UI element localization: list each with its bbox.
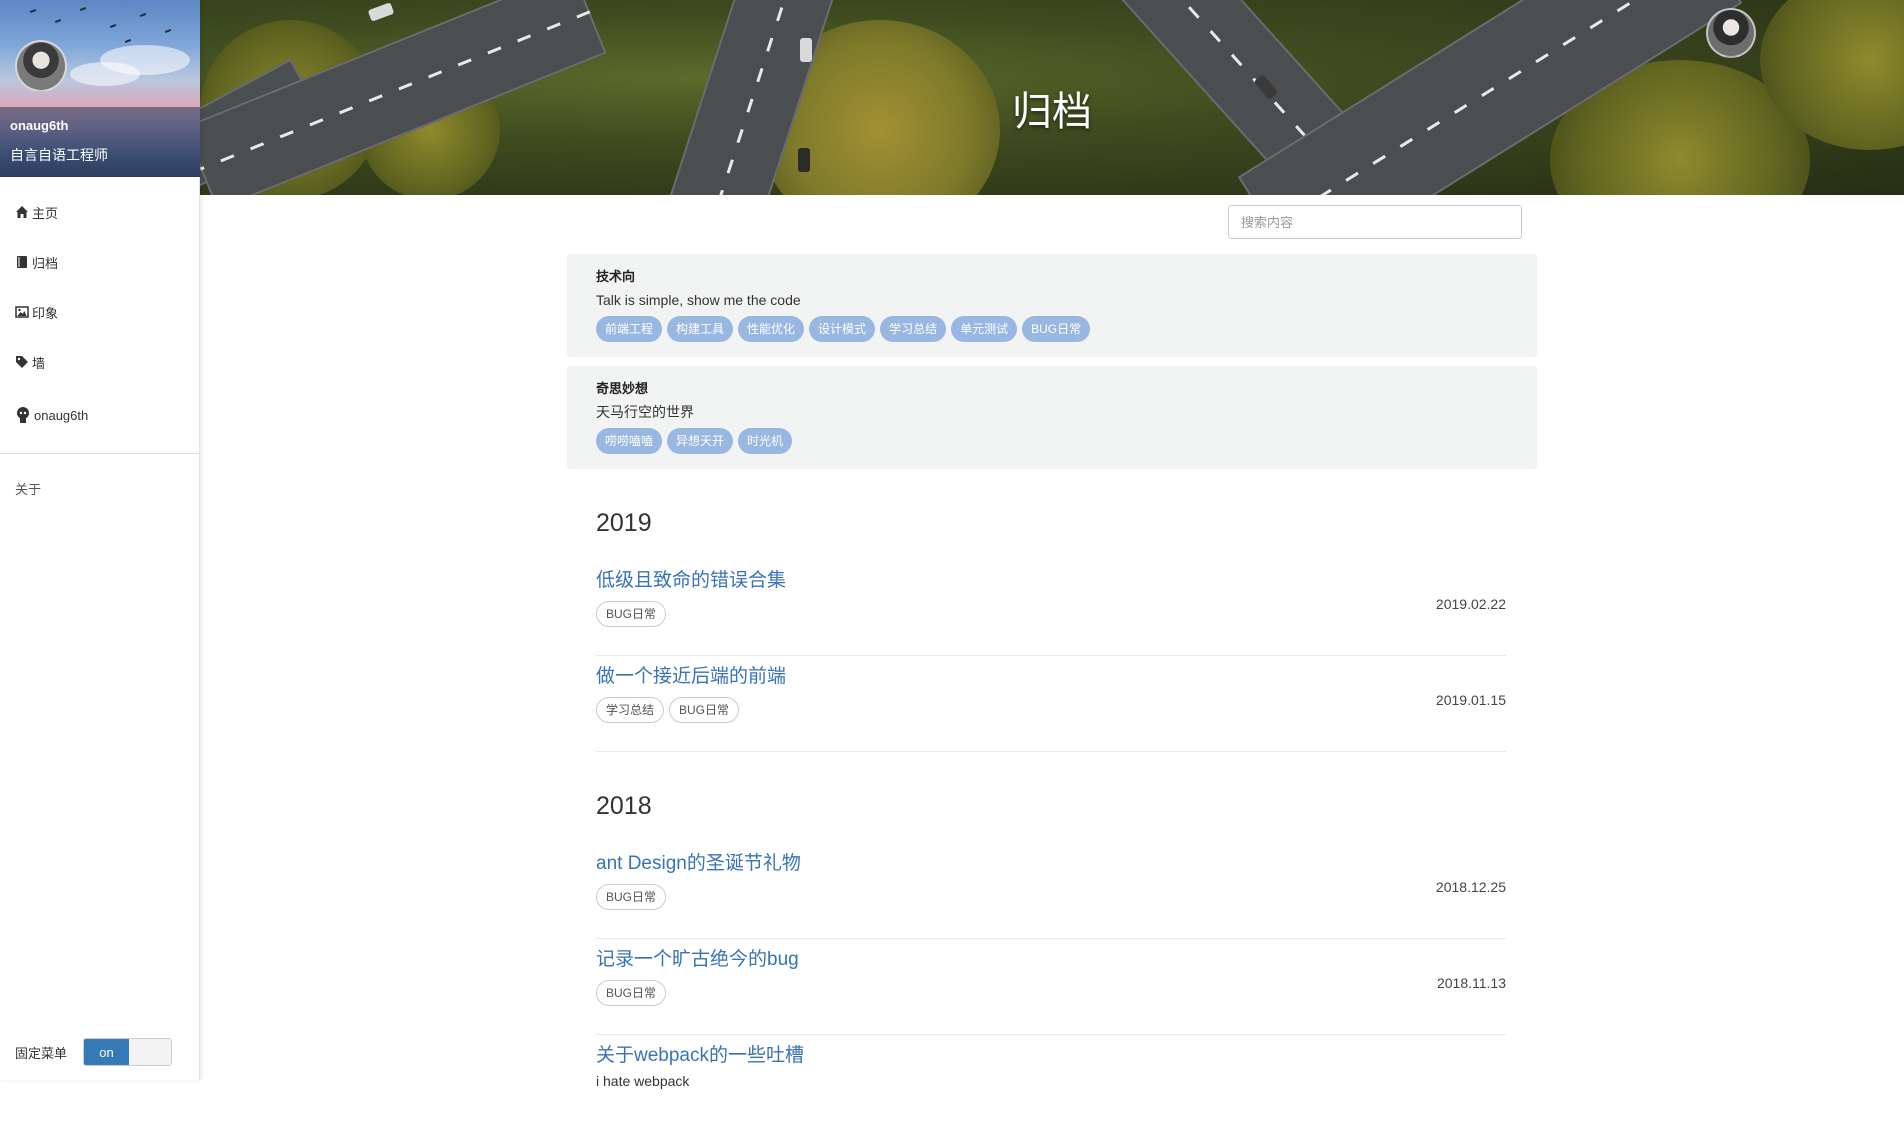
category-tags: 唠唠嗑嗑 异想天开 时光机 — [596, 428, 1508, 454]
post-tag[interactable]: BUG日常 — [596, 980, 667, 1006]
category-tag[interactable]: 学习总结 — [880, 316, 947, 342]
category-tag[interactable]: 性能优化 — [738, 316, 805, 342]
post-title-link[interactable]: 做一个接近后端的前端 — [596, 664, 1506, 690]
post-tags: BUG日常 — [596, 601, 1506, 627]
post-item: 关于webpack的一些吐槽 i hate webpack — [596, 1035, 1506, 1131]
post-date: 2018.11.13 — [1436, 975, 1506, 991]
fix-menu-label: 固定菜单 — [15, 1045, 68, 1061]
avatar[interactable] — [15, 40, 67, 92]
category-desc: 天马行空的世界 — [596, 404, 694, 420]
sidebar: onaug6th 自言自语工程师 主页 归档 印象 墙 onaug6th 关于 … — [0, 0, 200, 1080]
post-tag[interactable]: 学习总结 — [596, 697, 665, 723]
post-item: ant Design的圣诞节礼物 BUG日常 2018.12.25 — [596, 843, 1506, 939]
category-tag[interactable]: 唠唠嗑嗑 — [596, 428, 663, 454]
picture-icon — [15, 305, 30, 319]
post-date: 2018.12.25 — [1435, 879, 1506, 895]
github-icon — [15, 406, 32, 424]
category-panel-tech: 技术向 Talk is simple, show me the code 前端工… — [567, 254, 1537, 357]
fix-menu-toggle[interactable]: on — [83, 1038, 173, 1066]
sidebar-item-about[interactable]: 关于 — [0, 454, 199, 523]
post-title-link[interactable]: 记录一个旷古绝今的bug — [596, 947, 1506, 973]
category-title: 奇思妙想 — [596, 381, 649, 396]
sidebar-item-home[interactable]: 主页 — [0, 187, 199, 237]
book-icon — [15, 255, 30, 269]
user-info: onaug6th 自言自语工程师 — [0, 107, 200, 177]
fix-menu-control: 固定菜单 on — [15, 1038, 173, 1066]
post-tags: BUG日常 — [596, 980, 1506, 1006]
user-name: onaug6th — [10, 118, 69, 133]
sidebar-item-github[interactable]: onaug6th — [0, 387, 199, 443]
post-tags: 学习总结 BUG日常 — [596, 697, 1506, 723]
year-heading: 2019 — [596, 509, 652, 537]
post-date: 2019.01.15 — [1435, 692, 1506, 708]
header-banner: 归档 — [200, 0, 1904, 195]
page-title: 归档 — [1012, 89, 1092, 134]
category-tag[interactable]: 异想天开 — [667, 428, 734, 454]
post-date: 2019.02.22 — [1435, 596, 1506, 612]
post-title-link[interactable]: 关于webpack的一些吐槽 — [596, 1043, 1506, 1069]
search-input[interactable] — [1228, 205, 1522, 239]
sidebar-item-label: 印象 — [32, 305, 59, 321]
sidebar-item-label: 主页 — [32, 205, 59, 221]
category-panel-ideas: 奇思妙想 天马行空的世界 唠唠嗑嗑 异想天开 时光机 — [567, 366, 1537, 469]
post-item: 做一个接近后端的前端 学习总结 BUG日常 2019.01.15 — [596, 656, 1506, 752]
sidebar-item-wall[interactable]: 墙 — [0, 337, 199, 387]
sidebar-nav: 主页 归档 印象 墙 onaug6th — [0, 177, 199, 443]
sidebar-item-label: 归档 — [32, 255, 59, 271]
category-tag[interactable]: 设计模式 — [809, 316, 876, 342]
sidebar-item-label: 墙 — [32, 355, 46, 371]
sidebar-item-label: onaug6th — [34, 407, 89, 423]
category-tag[interactable]: 单元测试 — [951, 316, 1018, 342]
post-title-link[interactable]: ant Design的圣诞节礼物 — [596, 851, 1506, 877]
toggle-off-area — [129, 1039, 172, 1065]
post-tags: BUG日常 — [596, 884, 1506, 910]
post-description: i hate webpack — [596, 1073, 690, 1089]
toggle-on-label: on — [84, 1039, 130, 1065]
post-tag[interactable]: BUG日常 — [669, 697, 740, 723]
category-tag[interactable]: 时光机 — [738, 428, 793, 454]
year-heading: 2018 — [596, 792, 652, 820]
post-title-link[interactable]: 低级且致命的错误合集 — [596, 568, 1506, 594]
header-avatar[interactable] — [1706, 8, 1756, 58]
post-item: 低级且致命的错误合集 BUG日常 2019.02.22 — [596, 560, 1506, 656]
sidebar-item-archive[interactable]: 归档 — [0, 237, 199, 287]
user-motto: 自言自语工程师 — [10, 147, 108, 163]
category-desc: Talk is simple, show me the code — [596, 292, 801, 308]
category-tag[interactable]: BUG日常 — [1022, 316, 1091, 342]
category-tag[interactable]: 构建工具 — [667, 316, 734, 342]
tag-icon — [15, 355, 30, 369]
post-item: 记录一个旷古绝今的bug BUG日常 2018.11.13 — [596, 939, 1506, 1035]
post-tag[interactable]: BUG日常 — [596, 884, 667, 910]
category-tag[interactable]: 前端工程 — [596, 316, 663, 342]
sidebar-banner: onaug6th 自言自语工程师 — [0, 0, 200, 177]
archive-main: 技术向 Talk is simple, show me the code 前端工… — [567, 254, 1537, 1131]
category-title: 技术向 — [596, 269, 636, 284]
post-tag[interactable]: BUG日常 — [596, 601, 667, 627]
sidebar-item-impression[interactable]: 印象 — [0, 287, 199, 337]
home-icon — [15, 205, 30, 219]
category-tags: 前端工程 构建工具 性能优化 设计模式 学习总结 单元测试 BUG日常 — [596, 316, 1508, 342]
